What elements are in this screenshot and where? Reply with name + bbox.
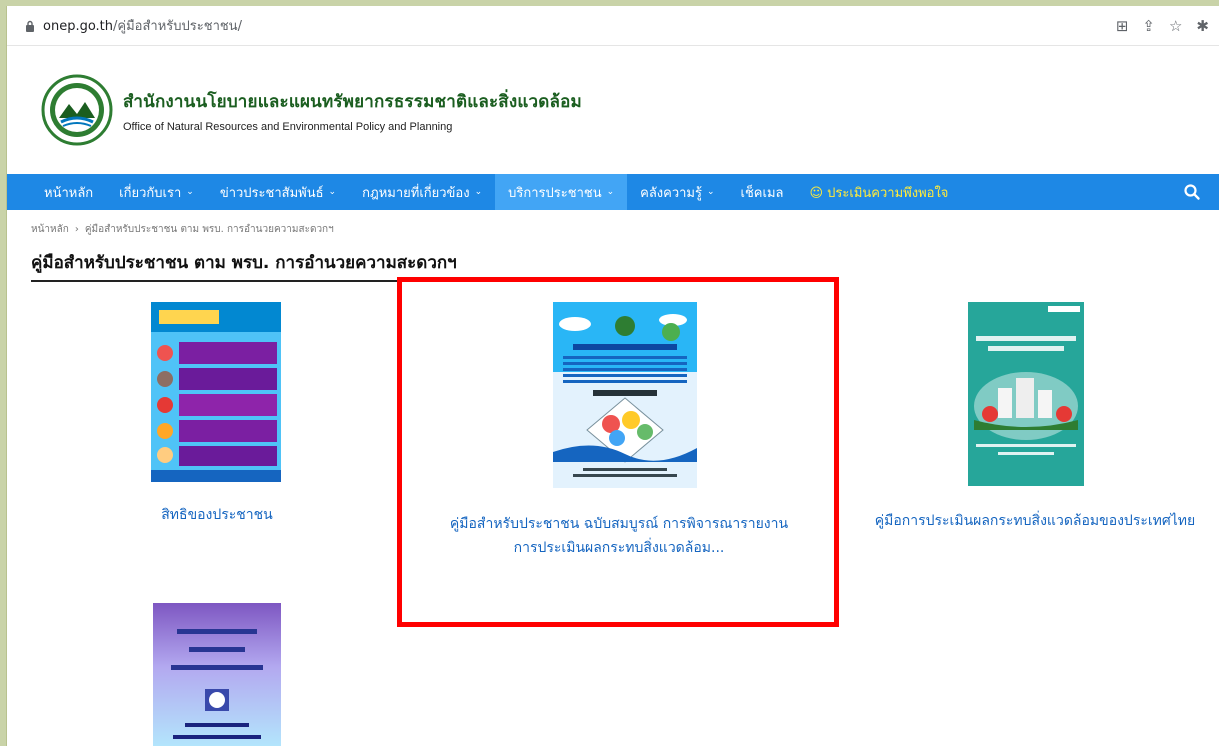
nav-public-services[interactable]: บริการประชาชน ⌄ (495, 174, 628, 210)
chevron-down-icon: ⌄ (186, 187, 194, 197)
cover-license-manual[interactable] (153, 603, 281, 746)
cover-eia-thailand[interactable] (968, 302, 1084, 486)
chevron-down-icon: ⌄ (328, 187, 337, 197)
nav-knowledge[interactable]: คลังความรู้ ⌄ (627, 174, 727, 210)
page-title: คู่มือสำหรับประชาชน ตาม พรบ. การอำนวยควา… (31, 249, 457, 282)
highlight-box (397, 277, 839, 627)
chevron-down-icon: ⌄ (706, 187, 715, 197)
star-icon[interactable]: ☆ (1169, 17, 1182, 35)
card-label-rights[interactable]: สิทธิของประชาชน (122, 504, 312, 526)
breadcrumb: หน้าหลัก › คู่มือสำหรับประชาชน ตาม พรบ. กา… (7, 222, 1219, 237)
chevron-down-icon: ⌄ (474, 187, 483, 197)
nav-public-services-label: บริการประชาชน (508, 185, 602, 201)
url-text[interactable]: onep.go.th/คู่มือสำหรับประชาชน/ (43, 15, 242, 36)
breadcrumb-current: คู่มือสำหรับประชาชน ตาม พรบ. การอำนวยควา… (84, 224, 334, 235)
lock-icon (26, 20, 34, 32)
onep-logo[interactable] (41, 74, 113, 146)
nav-news-label: ข่าวประชาสัมพันธ์ (219, 185, 324, 201)
nav-home-label: หน้าหลัก (44, 185, 94, 201)
nav-laws[interactable]: กฎหมายที่เกี่ยวข้อง ⌄ (349, 174, 495, 210)
nav-news[interactable]: ข่าวประชาสัมพันธ์ ⌄ (207, 174, 349, 210)
nav-survey-label: ☺ ประเมินความพึงพอใจ (809, 185, 949, 201)
nav-about[interactable]: เกี่ยวกับเรา ⌄ (106, 174, 207, 210)
address-bar[interactable]: onep.go.th/คู่มือสำหรับประชาชน/ ⊞ ⇪ ☆ ✱ (7, 6, 1219, 46)
translate-icon[interactable]: ⊞ (1116, 17, 1129, 35)
nav-about-label: เกี่ยวกับเรา (119, 185, 182, 201)
nav-check-mail[interactable]: เช็คเมล (728, 174, 797, 210)
chevron-down-icon: ⌄ (606, 187, 615, 197)
site-header: สำนักงานนโยบายและแผนทรัพยากรธรรมชาติและส… (7, 46, 1219, 174)
nav-home[interactable]: หน้าหลัก (31, 174, 106, 210)
nav-knowledge-label: คลังความรู้ (640, 185, 702, 201)
extension-icon[interactable]: ✱ (1196, 17, 1209, 35)
breadcrumb-home[interactable]: หน้าหลัก (31, 224, 69, 235)
breadcrumb-separator: › (74, 224, 79, 235)
share-icon[interactable]: ⇪ (1142, 17, 1155, 35)
card-label-eia-thailand[interactable]: คู่มือการประเมินผลกระทบสิ่งแวดล้อมของประ… (851, 510, 1219, 532)
cover-rights-of-people[interactable] (151, 302, 281, 482)
url-path: /คู่มือสำหรับประชาชน/ (113, 19, 242, 34)
site-name-english: Office of Natural Resources and Environm… (123, 120, 453, 133)
browser-window: onep.go.th/คู่มือสำหรับประชาชน/ ⊞ ⇪ ☆ ✱ … (6, 6, 1219, 746)
search-icon[interactable] (1183, 183, 1201, 201)
nav-check-mail-label: เช็คเมล (740, 185, 784, 201)
main-nav: หน้าหลัก เกี่ยวกับเรา ⌄ ข่าวประชาสัมพันธ์… (7, 174, 1219, 210)
nav-satisfaction-survey[interactable]: ☺ ประเมินความพึงพอใจ (796, 174, 961, 210)
nav-laws-label: กฎหมายที่เกี่ยวข้อง (362, 185, 470, 201)
site-name-thai: สำนักงานนโยบายและแผนทรัพยากรธรรมชาติและส… (123, 91, 582, 112)
url-host: onep.go.th (43, 19, 114, 34)
